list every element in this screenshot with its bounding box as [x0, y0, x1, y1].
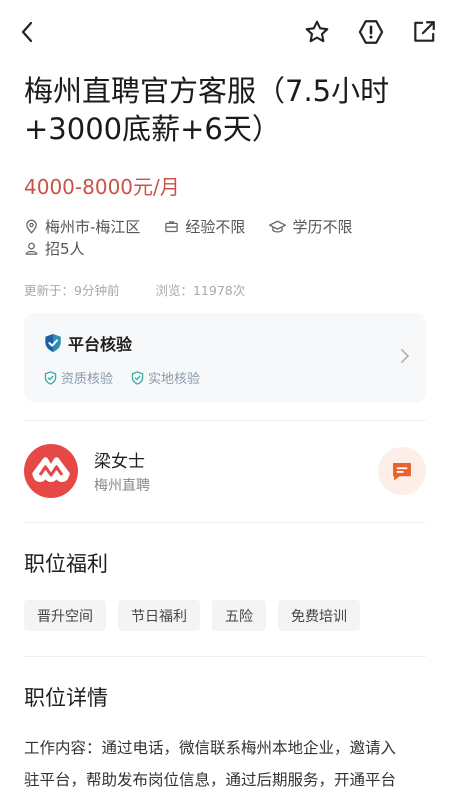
location-pin-icon — [26, 219, 37, 234]
verification-items: 资质核验 实地核验 — [44, 368, 218, 387]
recruiter-avatar — [24, 444, 78, 498]
verified-shield-icon — [45, 334, 61, 352]
experience-item: 经验不限 — [164, 216, 245, 237]
benefit-tag: 晋升空间 — [24, 600, 106, 631]
headcount-text: 招5人 — [45, 240, 85, 258]
job-description-line: 工作内容：通过电话，微信联系梅州本地企业，邀请入 — [24, 739, 397, 757]
location-item: 梅州市-梅江区 — [24, 216, 140, 237]
benefit-tag: 五险 — [212, 600, 266, 631]
job-title-line-1: 梅州直聘官方客服（7.5小时 — [24, 74, 390, 108]
updated-value: 9分钟前 — [74, 283, 120, 298]
updated-label: 更新于： — [24, 283, 75, 298]
verification-title: 平台核验 — [68, 335, 133, 354]
update-info: 更新于： 9分钟前 浏览： 11978次 — [24, 280, 245, 299]
views-value: 11978次 — [192, 283, 246, 298]
company-logo-icon — [32, 457, 70, 482]
benefit-tag: 免费培训 — [278, 600, 360, 631]
benefit-tags: 晋升空间 节日福利 五险 免费培训 — [24, 600, 372, 631]
graduation-cap-icon — [269, 220, 287, 233]
benefits-section-title: 职位福利 — [24, 552, 108, 576]
person-icon — [25, 242, 38, 255]
experience-text: 经验不限 — [185, 218, 246, 236]
job-requirements: 梅州市-梅江区 经验不限 学历不限 — [24, 216, 376, 237]
job-description: 工作内容：通过电话，微信联系梅州本地企业，邀请入 驻平台，帮助发布岗位信息，通过… — [24, 732, 428, 796]
chat-button[interactable] — [378, 447, 426, 495]
details-section-title: 职位详情 — [24, 686, 108, 710]
location-text: 梅州市-梅江区 — [45, 218, 141, 236]
back-icon[interactable] — [14, 18, 42, 46]
chat-bubble-icon — [393, 462, 411, 480]
top-bar — [0, 0, 450, 64]
verification-item-label: 资质核验 — [61, 372, 114, 387]
job-description-line: 驻平台，帮助发布岗位信息，通过后期服务，开通平台 — [24, 771, 397, 789]
share-external-icon[interactable] — [410, 18, 438, 46]
chevron-right-icon — [400, 348, 410, 368]
verification-item-onsite: 实地核验 — [131, 368, 200, 387]
divider — [24, 656, 426, 657]
education-text: 学历不限 — [292, 218, 353, 236]
recruiter-name: 梁女士 — [94, 452, 145, 472]
divider — [24, 420, 426, 421]
job-title: 梅州直聘官方客服（7.5小时 +3000底薪+6天） — [24, 72, 424, 148]
verification-item-qualification: 资质核验 — [44, 368, 113, 387]
views-label: 浏览： — [155, 283, 193, 298]
education-item: 学历不限 — [269, 216, 352, 237]
job-title-line-2: +3000底薪+6天） — [24, 112, 281, 146]
alert-hexagon-icon[interactable] — [357, 18, 385, 46]
verification-header: 平台核验 — [44, 331, 132, 355]
shield-check-icon — [44, 370, 57, 385]
divider — [24, 522, 426, 523]
benefit-tag: 节日福利 — [118, 600, 200, 631]
platform-verification-card[interactable]: 平台核验 资质核验 实地核验 — [24, 313, 426, 402]
headcount-row: 招5人 — [24, 238, 109, 259]
briefcase-icon — [165, 221, 179, 233]
headcount-item: 招5人 — [24, 238, 85, 259]
salary-range: 4000-8000元/月 — [24, 175, 180, 199]
star-icon[interactable] — [303, 18, 331, 46]
verification-item-label: 实地核验 — [148, 372, 201, 387]
shield-check-icon — [131, 370, 144, 385]
recruiter-contact[interactable]: 梁女士 梅州直聘 — [24, 444, 426, 500]
recruiter-company: 梅州直聘 — [94, 478, 150, 494]
